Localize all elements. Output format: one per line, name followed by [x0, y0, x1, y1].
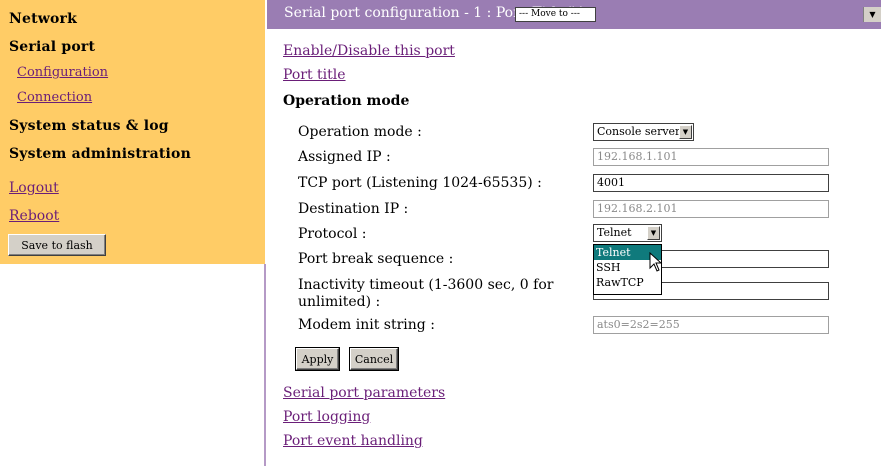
operation-mode-select[interactable]: Console server ▼ — [593, 123, 694, 141]
tcp-port-label: TCP port (Listening 1024-65535) : — [298, 175, 542, 191]
apply-button[interactable]: Apply — [296, 348, 339, 370]
protocol-select[interactable]: Telnet ▼ — [593, 224, 662, 242]
assigned-ip-label: Assigned IP : — [298, 149, 391, 165]
port-break-sequence-label: Port break sequence : — [298, 251, 454, 267]
inactivity-timeout-label: Inactivity timeout (1-3600 sec, 0 for — [298, 277, 554, 293]
save-to-flash-button[interactable]: Save to flash — [8, 234, 106, 256]
nav-system-status-log[interactable]: System status & log — [9, 118, 169, 134]
divider-line — [264, 264, 266, 466]
chevron-down-icon[interactable]: ▼ — [647, 226, 660, 240]
port-event-handling-link[interactable]: Port event handling — [283, 433, 423, 449]
cancel-button[interactable]: Cancel — [350, 348, 398, 370]
inactivity-timeout-label-cont: unlimited) : — [298, 294, 381, 310]
serial-port-parameters-link[interactable]: Serial port parameters — [283, 385, 445, 401]
chevron-down-icon[interactable]: ▼ — [679, 125, 692, 139]
port-logging-link[interactable]: Port logging — [283, 409, 370, 425]
section-title: Operation mode — [283, 93, 410, 109]
nav-system-administration[interactable]: System administration — [9, 146, 191, 162]
modem-init-string-label: Modem init string : — [298, 317, 435, 333]
move-to-select[interactable]: --- Move to --- — [515, 7, 596, 22]
sidebar: Network Serial port Configuration Connec… — [0, 0, 265, 264]
destination-ip-field[interactable]: 192.168.2.101 — [593, 200, 829, 218]
destination-ip-label: Destination IP : — [298, 201, 409, 217]
logout-link[interactable]: Logout — [9, 180, 59, 196]
tcp-port-field[interactable]: 4001 — [593, 174, 829, 192]
modem-init-string-field[interactable]: ats0=2s2=255 — [593, 316, 829, 334]
chevron-down-icon[interactable]: ▼ — [863, 7, 881, 22]
nav-serial-port[interactable]: Serial port — [9, 39, 95, 55]
protocol-option-rawtcp[interactable]: RawTCP — [594, 275, 661, 290]
enable-disable-port-link[interactable]: Enable/Disable this port — [283, 43, 455, 59]
assigned-ip-field[interactable]: 192.168.1.101 — [593, 148, 829, 166]
nav-connection-link[interactable]: Connection — [17, 90, 92, 105]
port-title-link[interactable]: Port title — [283, 67, 346, 83]
mouse-pointer-icon — [649, 252, 663, 272]
operation-mode-label: Operation mode : — [298, 124, 422, 140]
nav-network[interactable]: Network — [9, 11, 77, 27]
protocol-value: Telnet — [597, 226, 632, 239]
nav-configuration-link[interactable]: Configuration — [17, 65, 108, 80]
protocol-label: Protocol : — [298, 226, 367, 242]
reboot-link[interactable]: Reboot — [9, 208, 59, 224]
operation-mode-value: Console server — [597, 125, 681, 138]
